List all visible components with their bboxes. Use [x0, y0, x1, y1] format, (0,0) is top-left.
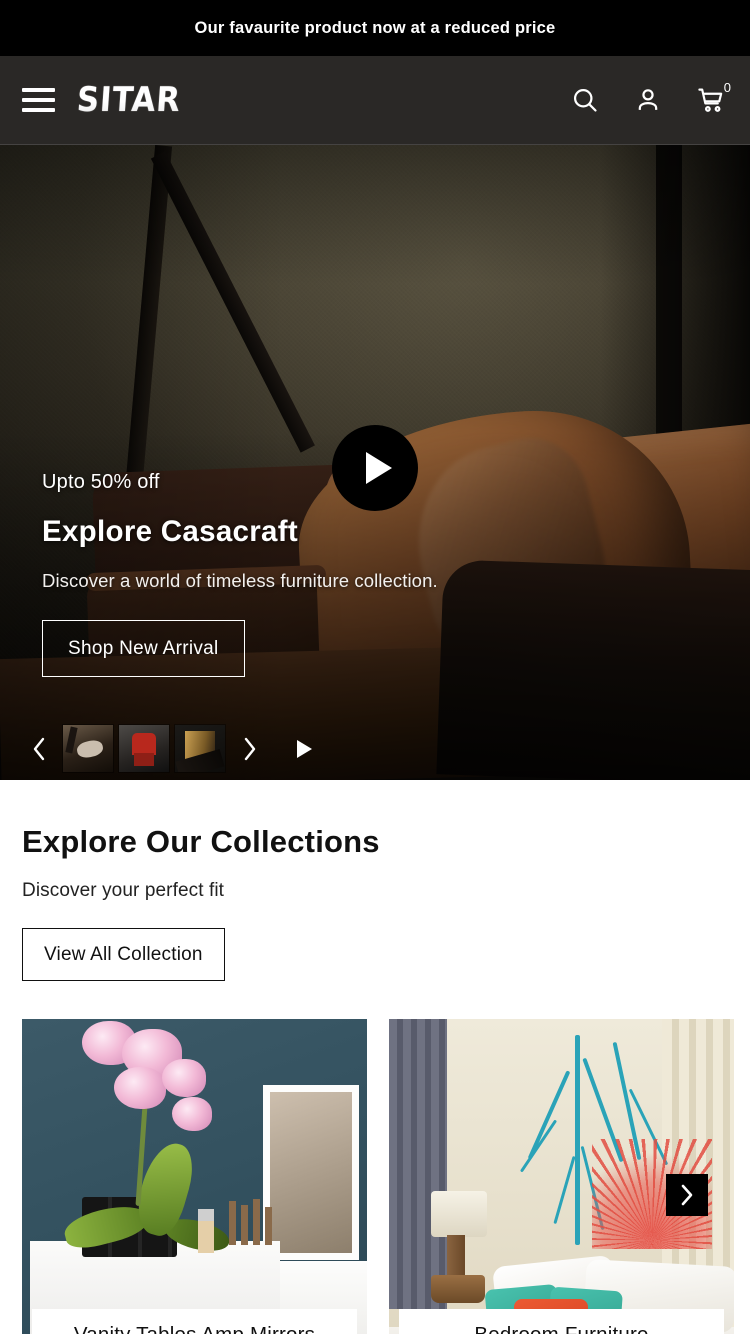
hero-thumbnail[interactable] — [175, 725, 225, 772]
collection-card-label: Vanity Tables Amp Mirrors — [32, 1309, 357, 1334]
collection-card[interactable]: Vanity Tables Amp Mirrors — [22, 1019, 367, 1334]
view-all-collection-button[interactable]: View All Collection — [22, 928, 225, 981]
page-root: Our favaurite product now at a reduced p… — [0, 0, 750, 1334]
hero-carousel-controls — [24, 725, 321, 772]
collection-card-image — [22, 1019, 367, 1334]
collections-subtitle: Discover your perfect fit — [22, 880, 225, 901]
collections-next-button[interactable] — [666, 1174, 708, 1216]
collection-card-label: Bedroom Furniture — [399, 1309, 724, 1334]
hero-autoplay-icon[interactable] — [287, 727, 321, 771]
header-actions: 0 — [568, 80, 731, 117]
hero-carousel: Upto 50% off Explore Casacraft Discover … — [0, 145, 750, 780]
site-header: SITAR 0 — [0, 56, 750, 145]
cart-icon[interactable]: 0 — [694, 80, 731, 117]
hero-next-icon[interactable] — [234, 727, 264, 771]
collections-carousel: Vanity Tables Amp Mirrors — [22, 1019, 734, 1334]
hero-content: Upto 50% off Explore Casacraft Discover … — [42, 471, 438, 677]
collections-section: Explore Our Collections Discover your pe… — [0, 780, 750, 1334]
announcement-text: Our favaurite product now at a reduced p… — [194, 18, 556, 37]
shop-new-arrival-button[interactable]: Shop New Arrival — [42, 620, 245, 677]
cart-count-badge: 0 — [723, 80, 731, 95]
brand-logo[interactable]: SITAR — [75, 80, 183, 120]
hamburger-menu-icon[interactable] — [22, 88, 55, 112]
search-icon[interactable] — [568, 83, 602, 117]
page-title: Explore Our Collections — [22, 824, 380, 859]
hero-eyebrow: Upto 50% off — [42, 471, 160, 493]
hero-subtitle: Discover a world of timeless furniture c… — [42, 570, 438, 591]
brand-logo-text: SITAR — [75, 80, 183, 120]
announcement-bar: Our favaurite product now at a reduced p… — [0, 0, 750, 56]
hero-thumbnail[interactable] — [119, 725, 169, 772]
hero-thumbnails — [63, 725, 225, 772]
hero-title: Explore Casacraft — [42, 515, 298, 548]
hero-thumbnail[interactable] — [63, 725, 113, 772]
account-icon[interactable] — [631, 83, 665, 117]
hero-prev-icon[interactable] — [24, 727, 54, 771]
